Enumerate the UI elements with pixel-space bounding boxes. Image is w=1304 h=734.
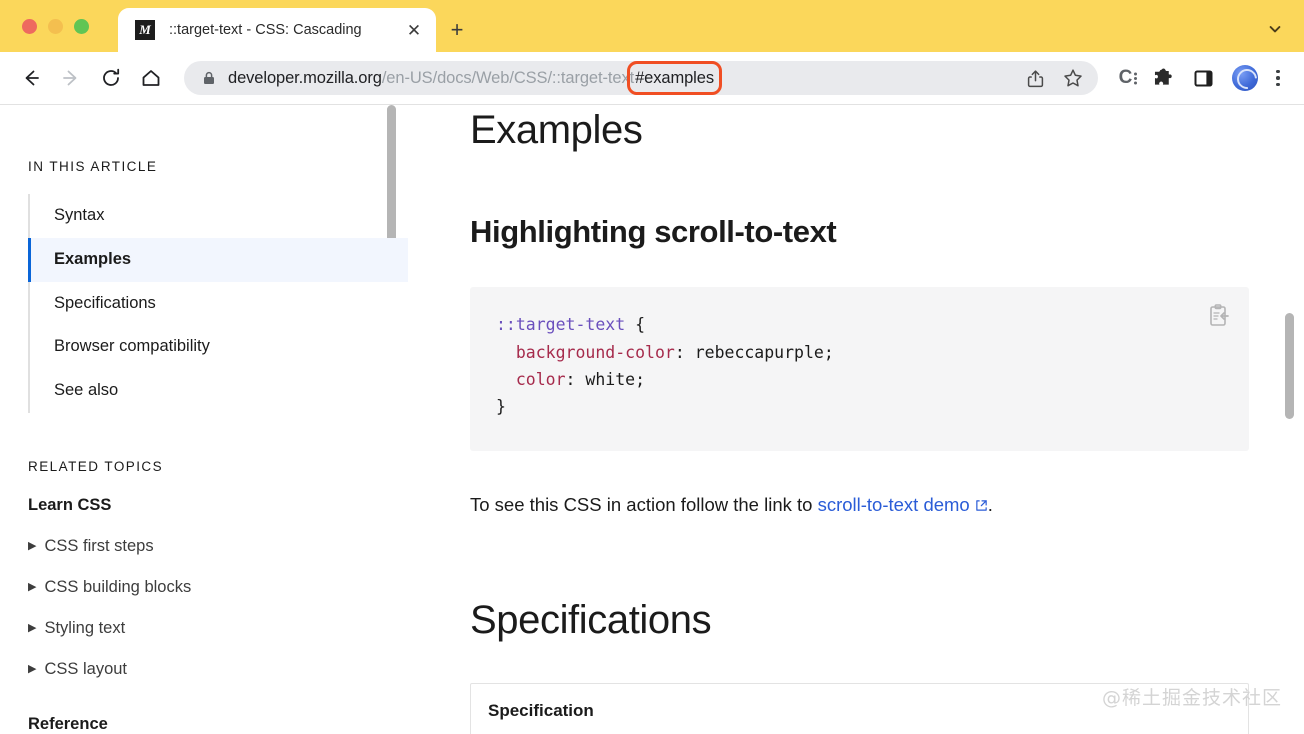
related-item-label: CSS building blocks [44, 578, 191, 597]
address-bar[interactable]: developer.mozilla.org/en-US/docs/Web/CSS… [184, 61, 1098, 95]
three-dot-menu-icon[interactable] [1264, 61, 1292, 95]
specifications-table: Specification CSS Pseudo-Elements Module… [470, 683, 1249, 734]
paragraph-prefix: To see this CSS in action follow the lin… [470, 494, 818, 515]
home-icon[interactable] [134, 61, 168, 95]
related-item-styling-text[interactable]: ▶ Styling text [28, 619, 408, 638]
mdn-favicon: M [135, 20, 155, 40]
zoom-window-button[interactable] [74, 19, 89, 34]
forward-arrow-icon[interactable] [54, 61, 88, 95]
browser-tab[interactable]: M ::target-text - CSS: Cascading ✕ [118, 8, 436, 52]
tab-title: ::target-text - CSS: Cascading [169, 22, 402, 38]
close-tab-icon[interactable]: ✕ [402, 18, 426, 42]
scroll-to-text-demo-link[interactable]: scroll-to-text demo [818, 494, 970, 515]
url-text: developer.mozilla.org/en-US/docs/Web/CSS… [228, 69, 1016, 88]
toc-label: Syntax [54, 206, 104, 224]
code-brace-open: { [625, 315, 645, 334]
triangle-right-icon: ▶ [28, 582, 36, 593]
sidebar-item-see-also[interactable]: See also [30, 369, 408, 413]
new-tab-button[interactable]: + [444, 17, 470, 43]
code-value-1: rebeccapurple [695, 343, 824, 362]
sidebar-item-syntax[interactable]: Syntax [30, 194, 408, 238]
code-property-2: color [516, 370, 566, 389]
toc-label: Examples [54, 250, 131, 268]
related-item-label: Styling text [44, 619, 125, 638]
related-item-css-building-blocks[interactable]: ▶ CSS building blocks [28, 578, 408, 597]
page-title: Examples [470, 105, 1249, 153]
table-header-specification: Specification [471, 684, 1248, 734]
related-topics-heading: RELATED TOPICS [28, 459, 408, 474]
sidebar-item-browser-compatibility[interactable]: Browser compatibility [30, 325, 408, 369]
related-topics-section: RELATED TOPICS Learn CSS ▶ CSS first ste… [28, 459, 408, 734]
url-host: developer.mozilla.org [228, 69, 382, 87]
article-content: Examples Highlighting scroll-to-text ::t… [408, 105, 1304, 734]
extension-c-icon[interactable]: C [1112, 61, 1146, 95]
related-item-css-layout[interactable]: ▶ CSS layout [28, 660, 408, 679]
tab-strip: M ::target-text - CSS: Cascading ✕ + [0, 0, 1304, 52]
code-block: ::target-text { background-color: rebecc… [470, 287, 1249, 451]
close-window-button[interactable] [22, 19, 37, 34]
css-code: ::target-text { background-color: rebecc… [496, 311, 1223, 421]
related-item-label: CSS first steps [44, 537, 153, 556]
link-label: scroll-to-text demo [818, 494, 970, 515]
toc-label: Browser compatibility [54, 337, 210, 355]
profile-avatar[interactable] [1232, 65, 1258, 91]
article-sidebar: IN THIS ARTICLE Syntax Examples Specific… [0, 105, 408, 734]
code-property-1: background-color [516, 343, 675, 362]
browser-toolbar: developer.mozilla.org/en-US/docs/Web/CSS… [0, 52, 1304, 105]
table-of-contents: Syntax Examples Specifications Browser c… [28, 194, 408, 413]
in-this-article-heading: IN THIS ARTICLE [28, 159, 408, 174]
toolbar-right-actions: C [1112, 61, 1292, 95]
omnibox-actions [1016, 61, 1092, 95]
code-selector: ::target-text [496, 315, 625, 334]
side-panel-icon[interactable] [1186, 61, 1220, 95]
star-icon[interactable] [1056, 61, 1090, 95]
chevron-down-icon[interactable] [1264, 18, 1286, 40]
triangle-right-icon: ▶ [28, 541, 36, 552]
window-traffic-lights [22, 19, 89, 34]
back-arrow-icon[interactable] [14, 61, 48, 95]
reload-icon[interactable] [94, 61, 128, 95]
toc-label: Specifications [54, 294, 156, 312]
toc-label: See also [54, 381, 118, 399]
triangle-right-icon: ▶ [28, 623, 36, 634]
url-fragment-highlight: #examples [634, 68, 715, 88]
code-value-2: white [585, 370, 635, 389]
url-path: /en-US/docs/Web/CSS/::target-text [382, 69, 634, 87]
related-item-label: CSS layout [44, 660, 127, 679]
related-group-learn-css: Learn CSS [28, 496, 408, 515]
related-item-css-first-steps[interactable]: ▶ CSS first steps [28, 537, 408, 556]
section-heading-specifications: Specifications [470, 597, 1249, 643]
demo-paragraph: To see this CSS in action follow the lin… [470, 491, 1249, 520]
page-viewport: IN THIS ARTICLE Syntax Examples Specific… [0, 105, 1304, 734]
section-heading-highlighting: Highlighting scroll-to-text [470, 213, 1249, 250]
share-icon[interactable] [1018, 61, 1052, 95]
related-group-reference: Reference [28, 715, 408, 734]
triangle-right-icon: ▶ [28, 664, 36, 675]
page-scrollbar-thumb[interactable] [1285, 313, 1294, 419]
external-link-icon [975, 492, 988, 520]
puzzle-piece-icon[interactable] [1146, 61, 1180, 95]
browser-window: M ::target-text - CSS: Cascading ✕ + [0, 0, 1304, 734]
clipboard-copy-icon[interactable] [1206, 303, 1232, 329]
paragraph-suffix: . [988, 494, 993, 515]
sidebar-item-specifications[interactable]: Specifications [30, 282, 408, 326]
sidebar-item-examples[interactable]: Examples [28, 238, 408, 282]
extension-c-label: C [1119, 67, 1132, 89]
code-brace-close: } [496, 397, 506, 416]
lock-icon [201, 70, 217, 86]
minimize-window-button[interactable] [48, 19, 63, 34]
